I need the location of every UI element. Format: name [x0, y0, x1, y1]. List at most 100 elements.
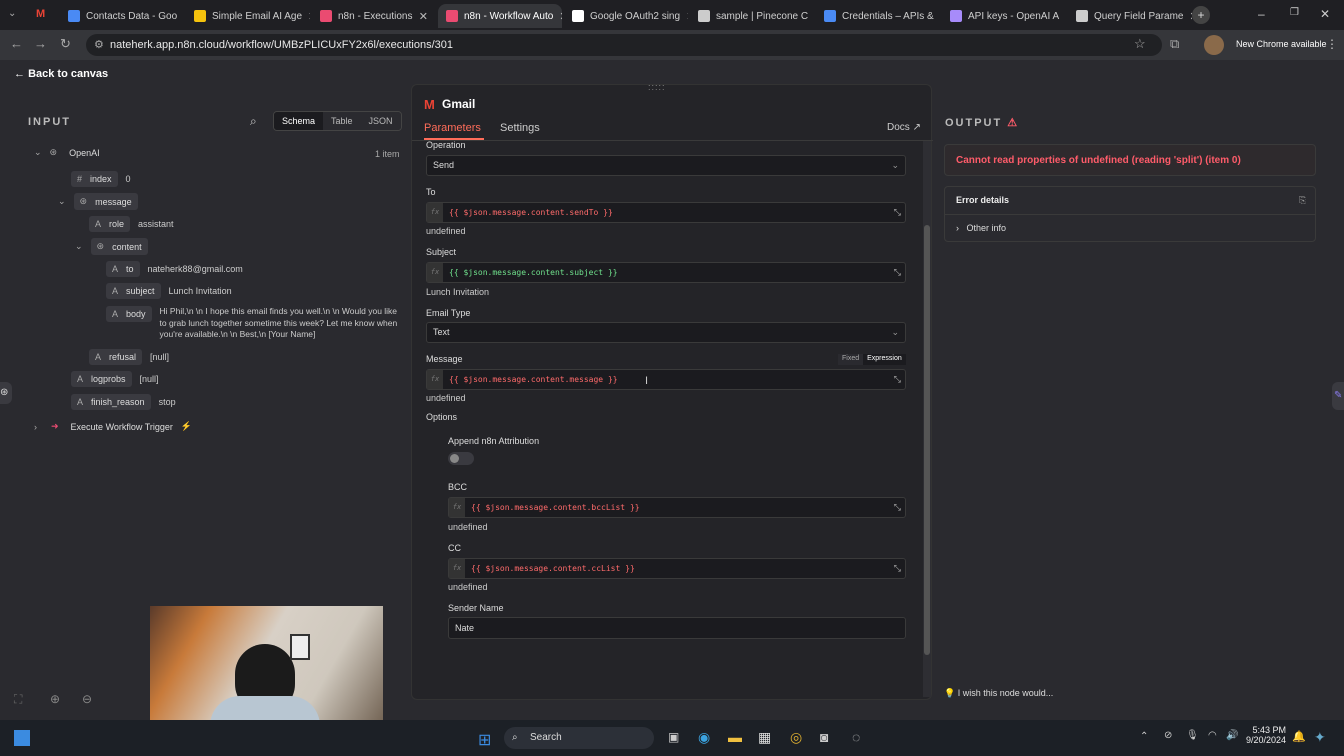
expand-icon[interactable]: ⤡	[894, 499, 901, 518]
browser-tab[interactable]: sample | Pinecone C✕	[690, 4, 814, 28]
chevron-right-icon[interactable]: ›	[34, 422, 37, 432]
schema-field-to[interactable]: Ato nateherk88@gmail.com	[106, 261, 243, 277]
gmail-tab-icon[interactable]: M	[36, 8, 45, 20]
schema-field-subject[interactable]: Asubject Lunch Invitation	[106, 283, 232, 299]
tab-json[interactable]: JSON	[360, 112, 401, 130]
expand-icon[interactable]: ⤡	[894, 264, 901, 283]
reload-icon[interactable]: ↻	[60, 36, 71, 52]
openai-side-icon[interactable]: ⊛	[0, 382, 12, 404]
profile-avatar[interactable]	[1204, 35, 1224, 55]
microphone-icon[interactable]: 🎙	[1186, 730, 1199, 741]
close-icon[interactable]: ✕	[308, 10, 310, 23]
attribution-toggle[interactable]	[448, 452, 474, 465]
schema-field-role[interactable]: Arole assistant	[89, 216, 174, 232]
store-icon[interactable]: ▦	[758, 729, 771, 746]
close-icon[interactable]: ✕	[419, 10, 428, 23]
zoom-in-icon[interactable]: ⊕	[50, 692, 60, 706]
browser-tab[interactable]: Simple Email AI Age ✕	[186, 4, 310, 28]
close-window-icon[interactable]: ✕	[1320, 7, 1330, 21]
close-icon[interactable]: ✕	[559, 10, 562, 23]
browser-tab[interactable]: Credentials – APIs &✕	[816, 4, 940, 28]
chevron-up-icon[interactable]: ⌃	[1140, 731, 1148, 742]
browser-tab[interactable]: Query Field Parame ✕	[1068, 4, 1192, 28]
schema-field-body[interactable]: Abody Hi Phil,\n \n I hope this email fin…	[106, 306, 404, 341]
browser-tab-active[interactable]: n8n - Workflow Auto ✕	[438, 4, 562, 28]
extensions-icon[interactable]: ⧉	[1170, 36, 1179, 52]
notification-bell-icon[interactable]: 🔔	[1292, 730, 1306, 743]
edge-icon[interactable]: ◉	[698, 729, 710, 746]
email-type-select[interactable]: Text ⌄	[426, 322, 906, 343]
clock[interactable]: 5:43 PM 9/20/2024	[1242, 725, 1286, 745]
schema-node-openai[interactable]: ⌄ ⊛ OpenAI	[34, 147, 100, 158]
feedback-link[interactable]: 💡 I wish this node would...	[944, 688, 1053, 699]
back-icon[interactable]: ←	[10, 36, 23, 51]
close-icon[interactable]: ✕	[1065, 10, 1066, 23]
forward-icon[interactable]: →	[34, 36, 47, 51]
wifi-icon[interactable]: ◠	[1208, 730, 1217, 741]
mode-expression-button[interactable]: Expression	[863, 354, 906, 365]
restore-icon[interactable]: ❐	[1290, 7, 1299, 18]
new-tab-icon[interactable]: +	[1192, 6, 1210, 24]
windows-start-icon[interactable]: ⊞	[478, 730, 491, 750]
search-icon[interactable]: ⌕	[250, 114, 257, 129]
schema-field-index[interactable]: # index 0	[71, 171, 131, 187]
tab-settings[interactable]: Settings	[500, 122, 540, 134]
fit-view-icon[interactable]: ⛶	[14, 692, 22, 707]
schema-field-refusal[interactable]: Arefusal [null]	[89, 349, 169, 365]
browser-tab[interactable]: Google OAuth2 sing ✕	[564, 4, 688, 28]
chevron-down-icon[interactable]: ⌄	[34, 147, 42, 158]
browser-tab[interactable]: Contacts Data - Goo ✕	[60, 4, 184, 28]
task-view-icon[interactable]: ▣	[668, 730, 679, 744]
to-expression-input[interactable]: fx {{ $json.message.content.sendTo }} ⤡	[426, 202, 906, 223]
subject-expression-input[interactable]: fx {{ $json.message.content.subject }} ⤡	[426, 262, 906, 283]
docs-link[interactable]: Docs ↗	[887, 122, 921, 133]
expand-icon[interactable]: ⤡	[894, 560, 901, 579]
tab-search-icon[interactable]: ⌄	[8, 8, 16, 19]
scrollbar-track[interactable]	[923, 141, 931, 697]
zoom-out-icon[interactable]: ⊖	[82, 692, 92, 706]
bookmark-star-icon[interactable]: ☆	[1134, 36, 1146, 52]
tab-schema[interactable]: Schema	[274, 112, 324, 130]
back-to-canvas-link[interactable]: ← Back to canvas	[14, 68, 108, 80]
schema-node-trigger[interactable]: › ➜ Execute Workflow Trigger ⚡	[34, 421, 192, 432]
chrome-update-button[interactable]: New Chrome available	[1236, 39, 1327, 49]
volume-icon[interactable]: 🔊	[1226, 730, 1238, 741]
tab-table[interactable]: Table	[323, 112, 361, 130]
drag-handle-icon[interactable]: :::::	[648, 82, 666, 92]
schema-field-logprobs[interactable]: Alogprobs [null]	[71, 371, 159, 387]
schema-field-message[interactable]: ⌄ ⊛ message	[58, 193, 138, 210]
app-icon[interactable]: ◌	[852, 729, 860, 745]
schema-field-content[interactable]: ⌄ ⊛ content	[75, 238, 148, 255]
other-info-toggle[interactable]: › Other info	[956, 223, 1006, 233]
chevron-down-icon[interactable]: ⌄	[75, 241, 83, 252]
close-icon[interactable]: ✕	[686, 10, 688, 23]
url-input[interactable]: ⚙ nateherk.app.n8n.cloud/workflow/UMBzPL…	[86, 34, 1162, 56]
message-expression-input[interactable]: fx {{ $json.message.content.message }} ⤡	[426, 369, 906, 390]
site-info-icon[interactable]: ⚙	[94, 34, 104, 56]
ai-assistant-icon[interactable]: ✎	[1332, 382, 1344, 410]
chrome-icon[interactable]: ◎	[790, 729, 802, 746]
mode-fixed-button[interactable]: Fixed	[838, 354, 864, 365]
operation-select[interactable]: Send ⌄	[426, 155, 906, 176]
expand-icon[interactable]: ⤡	[894, 204, 901, 223]
network-off-icon[interactable]: ⊘	[1164, 730, 1172, 741]
camera-app-icon[interactable]: ◙	[820, 729, 828, 745]
browser-tab[interactable]: API keys - OpenAI A ✕	[942, 4, 1066, 28]
copilot-icon[interactable]: ✦	[1314, 729, 1326, 746]
taskbar-search[interactable]: ⌕ Search	[504, 727, 654, 749]
bcc-expression-input[interactable]: fx {{ $json.message.content.bccList }} ⤡	[448, 497, 906, 518]
minimize-icon[interactable]: –	[1258, 7, 1265, 21]
widgets-icon[interactable]	[14, 730, 30, 746]
sender-name-input[interactable]: Nate	[448, 617, 906, 639]
expand-icon[interactable]: ⤡	[894, 371, 901, 390]
chevron-down-icon[interactable]: ⌄	[58, 196, 66, 207]
copy-icon[interactable]: ⎘	[1299, 195, 1306, 206]
cc-expression-input[interactable]: fx {{ $json.message.content.ccList }} ⤡	[448, 558, 906, 579]
chrome-menu-icon[interactable]: ⋮	[1326, 37, 1338, 51]
browser-tab[interactable]: n8n - Executions ✕	[312, 4, 436, 28]
tab-parameters[interactable]: Parameters	[424, 122, 481, 134]
scrollbar-thumb[interactable]	[924, 225, 930, 655]
file-explorer-icon[interactable]: ▬	[728, 729, 742, 745]
schema-field-finish-reason[interactable]: Afinish_reason stop	[71, 394, 176, 410]
close-icon[interactable]: ✕	[183, 10, 184, 23]
